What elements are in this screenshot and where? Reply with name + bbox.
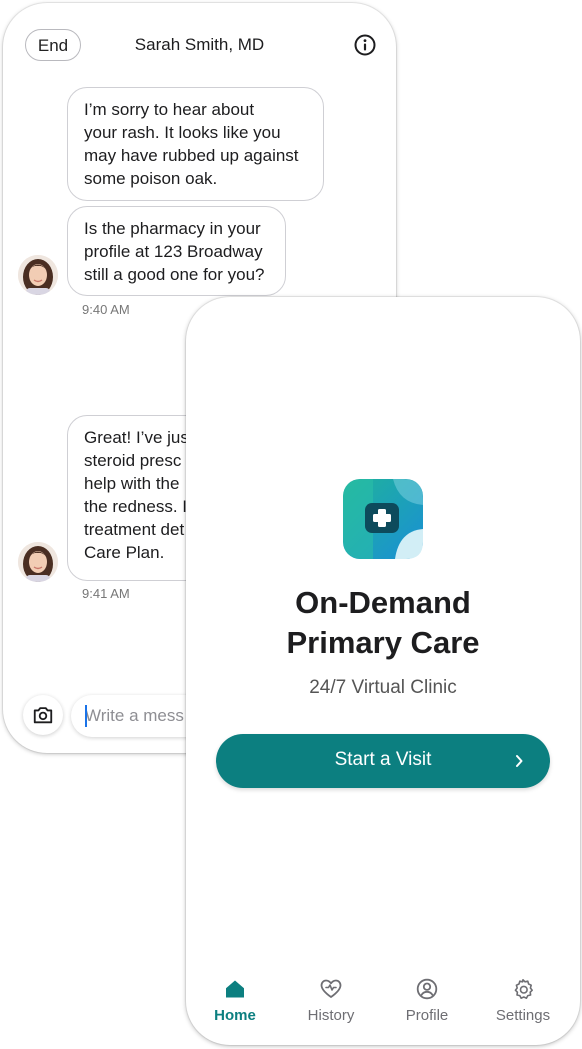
start-visit-button[interactable]: Start a Visit	[216, 734, 550, 788]
chat-header: End Sarah Smith, MD	[3, 3, 396, 85]
chevron-right-icon	[516, 755, 523, 767]
message-bubble: I’m sorry to hear about your rash. It lo…	[67, 87, 324, 201]
tab-profile-label: Profile	[405, 1007, 449, 1024]
doctor-avatar	[18, 255, 58, 295]
tab-history-label: History	[307, 1007, 355, 1024]
camera-icon	[33, 707, 53, 724]
text-cursor	[85, 705, 87, 727]
app-title: On-Demand Primary Care	[286, 585, 480, 660]
doctor-avatar	[18, 542, 58, 582]
chat-title: Sarah Smith, MD	[134, 35, 265, 54]
person-icon	[416, 978, 438, 1000]
tab-home[interactable]: Home	[190, 977, 280, 1024]
info-icon[interactable]	[353, 33, 377, 57]
message-timestamp: 9:40 AM	[82, 302, 130, 317]
tab-home-label: Home	[214, 1007, 256, 1024]
message-timestamp: 9:41 AM	[82, 586, 130, 601]
home-screen: On-Demand Primary Care 24/7 Virtual Clin…	[186, 297, 580, 1045]
tab-settings[interactable]: Settings	[478, 977, 568, 1024]
message-bubble: Is the pharmacy in your profile at 123 B…	[67, 206, 286, 296]
tab-profile[interactable]: Profile	[382, 977, 472, 1024]
heart-icon	[320, 979, 342, 998]
tab-settings-label: Settings	[495, 1007, 551, 1024]
app-subtitle: 24/7 Virtual Clinic	[309, 677, 457, 698]
tab-bar: Home History Profile Settings	[186, 977, 580, 1045]
camera-button[interactable]	[23, 695, 63, 735]
gear-icon	[514, 979, 533, 999]
home-icon	[226, 980, 244, 998]
app-logo-icon	[343, 479, 423, 559]
start-visit-label: Start a Visit	[334, 749, 432, 770]
tab-history[interactable]: History	[286, 977, 376, 1024]
